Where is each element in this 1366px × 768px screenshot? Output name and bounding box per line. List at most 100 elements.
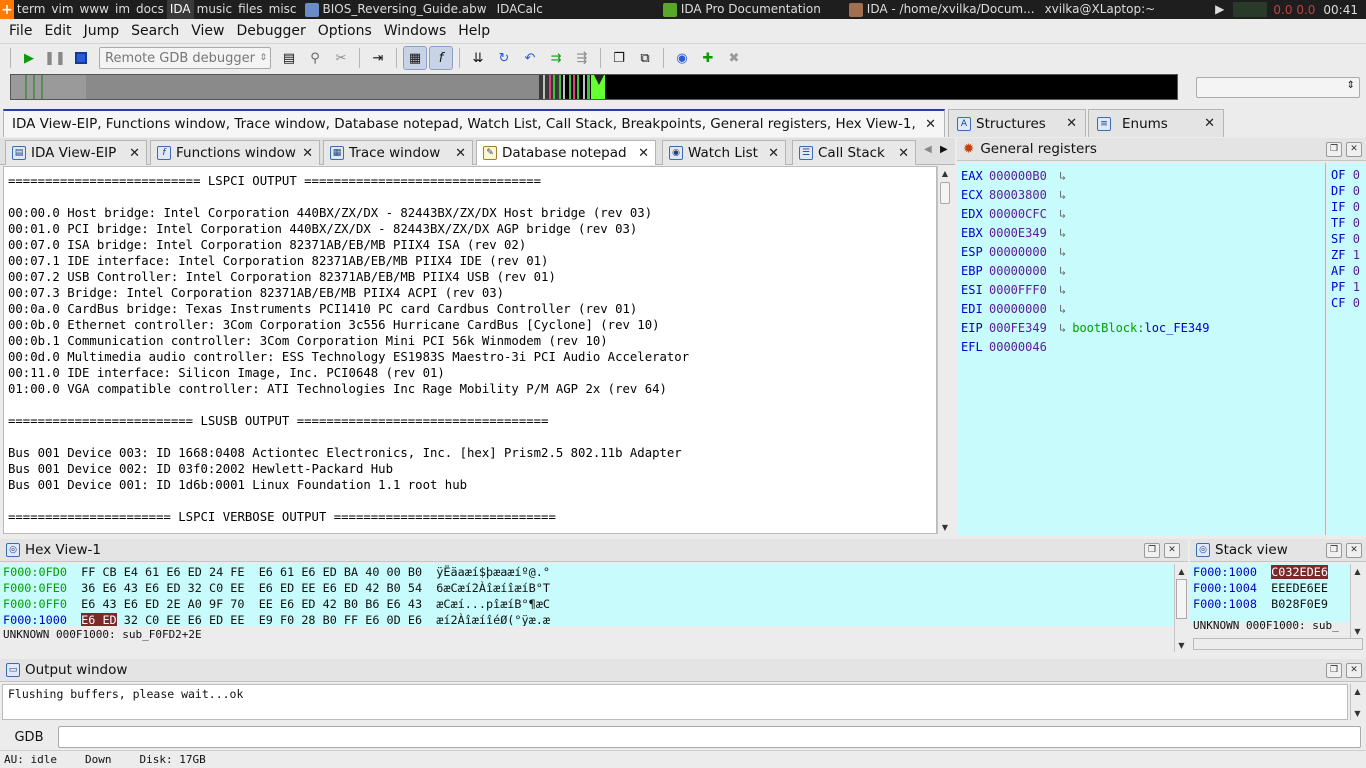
menu-search[interactable]: Search	[125, 19, 185, 44]
flag-value[interactable]: 0	[1353, 296, 1360, 310]
tab-call-stack[interactable]: ☰ Call Stack ✕	[792, 140, 916, 165]
pause-icon[interactable]: ❚❚	[43, 46, 67, 70]
jump-arrow-icon[interactable]: ↳	[1059, 207, 1066, 221]
workspace-www[interactable]: www	[77, 0, 112, 19]
scroll-up-icon[interactable]: ▲	[1175, 564, 1188, 578]
step-into-icon[interactable]: ⇥	[366, 46, 390, 70]
stack-value[interactable]: B028F0E9	[1271, 597, 1328, 611]
register-eip[interactable]: EIP 000FE349 ↳ bootBlock: loc_FE349	[961, 319, 1210, 337]
step-out-icon[interactable]: ↻	[492, 46, 516, 70]
run-back-icon[interactable]: ↶	[518, 46, 542, 70]
float-icon[interactable]: ❐	[1326, 543, 1342, 558]
hex-selection[interactable]: E6 ED	[81, 613, 117, 626]
register-value[interactable]: 00000000	[989, 264, 1059, 278]
register-value[interactable]: 00000CFC	[989, 207, 1059, 221]
jump-arrow-icon[interactable]: ↳	[1059, 188, 1066, 202]
register-esi[interactable]: ESI 0000FFF0 ↳	[961, 281, 1072, 299]
function-mode-icon[interactable]: f	[429, 46, 453, 70]
register-edi[interactable]: EDI 00000000 ↳	[961, 300, 1072, 318]
workspace-term[interactable]: term	[14, 0, 49, 19]
hex-row[interactable]: F000:0FD0 FF CB E4 61 E6 ED 24 FE E6 61 …	[0, 564, 1174, 580]
tab-functions-window[interactable]: f Functions window ✕	[150, 140, 320, 165]
register-value[interactable]: 000000B0	[989, 169, 1059, 183]
close-icon[interactable]: ✕	[455, 146, 466, 161]
hex-bytes[interactable]: 36 E6 43 E6 ED 32 C0 EE E6 ED EE E6 ED 4…	[81, 581, 422, 595]
menu-help[interactable]: Help	[452, 19, 496, 44]
register-value[interactable]: 0000E349	[989, 226, 1059, 240]
close-icon[interactable]: ✕	[302, 146, 313, 161]
source-mode-icon[interactable]: ▦	[403, 46, 427, 70]
flag-of[interactable]: OF 0	[1331, 168, 1360, 182]
flag-value[interactable]: 0	[1353, 264, 1360, 278]
hex-bytes[interactable]: FF CB E4 61 E6 ED 24 FE E6 61 E6 ED BA 4…	[81, 565, 422, 579]
jump-arrow-icon[interactable]: ↳	[1059, 245, 1066, 259]
tab-database-notepad[interactable]: ✎ Database notepad ✕	[476, 140, 656, 165]
close-icon[interactable]: ✕	[1066, 116, 1077, 131]
hex-ascii[interactable]: ÿËäaæí$þæaæíº@.°	[436, 565, 550, 579]
close-icon[interactable]: ✕	[925, 117, 936, 132]
register-value[interactable]: 000FE349	[989, 321, 1059, 335]
hex-bytes[interactable]: E6 43 E6 ED 2E A0 9F 70 EE E6 ED 42 B0 B…	[81, 597, 422, 611]
task-terminal[interactable]: xvilka@XLaptop:~	[1040, 0, 1161, 19]
hex-bytes[interactable]: 32 C0 EE E6 ED EE E9 F0 28 B0 FF E6 0D E…	[117, 613, 422, 626]
run-until-return-icon[interactable]: ⇶	[570, 46, 594, 70]
step-over-icon[interactable]: ⇊	[466, 46, 490, 70]
register-eax[interactable]: EAX 000000B0 ↳	[961, 167, 1072, 185]
task-abiword[interactable]: BIOS_Reversing_Guide.abw	[300, 0, 492, 19]
flag-af[interactable]: AF 0	[1331, 264, 1360, 278]
menu-jump[interactable]: Jump	[78, 19, 126, 44]
register-efl[interactable]: EFL 00000046	[961, 338, 1059, 356]
menu-view[interactable]: View	[185, 19, 230, 44]
notepad-scrollbar[interactable]: ▲ ▼	[937, 166, 952, 534]
database-notepad[interactable]: ========================== LSPCI OUTPUT …	[3, 166, 937, 534]
play-icon[interactable]: ▶	[17, 46, 41, 70]
flag-value[interactable]: 0	[1353, 200, 1360, 214]
scrollbar-thumb[interactable]	[940, 182, 950, 204]
hex-ascii[interactable]: 6æCæí2ÀîæíîæíB°T	[436, 581, 550, 595]
output-text[interactable]: Flushing buffers, please wait...ok	[2, 684, 1348, 720]
tab-scroll-right-icon[interactable]: ▶	[940, 144, 948, 155]
debugger-select[interactable]: Remote GDB debugger ⇕	[99, 47, 271, 69]
tab-scroll-left-icon[interactable]: ◀	[924, 144, 932, 155]
scroll-up-icon[interactable]: ▲	[1351, 564, 1364, 578]
close-icon[interactable]: ✕	[638, 146, 649, 161]
close-icon[interactable]: ✕	[898, 146, 909, 161]
register-value[interactable]: 00000000	[989, 302, 1059, 316]
add-breakpoint-icon[interactable]: ✚	[696, 46, 720, 70]
workspace-ida[interactable]: IDA	[166, 0, 194, 19]
hex-dump[interactable]: F000:0FD0 FF CB E4 61 E6 ED 24 FE E6 61 …	[0, 564, 1174, 626]
output-scrollbar[interactable]: ▲ ▼	[1350, 684, 1364, 720]
tab-trace-window[interactable]: ▦ Trace window ✕	[323, 140, 473, 165]
close-icon[interactable]: ✕	[1346, 142, 1362, 157]
flag-value[interactable]: 1	[1353, 248, 1360, 262]
float-icon[interactable]: ❐	[1326, 663, 1342, 678]
stack-row[interactable]: F000:1004 EEEDE6EE	[1190, 580, 1350, 596]
close-icon[interactable]: ✕	[1204, 116, 1215, 131]
flag-value[interactable]: 0	[1353, 168, 1360, 182]
flag-value[interactable]: 0	[1353, 184, 1360, 198]
workspace-misc[interactable]: misc	[266, 0, 300, 19]
close-icon[interactable]: ✕	[1346, 543, 1362, 558]
process-options-icon[interactable]: ▤	[277, 46, 301, 70]
tab-enums[interactable]: ≡ Enums ✕	[1088, 109, 1224, 137]
hex-ascii[interactable]: æCæí...pîæíB°¶æC	[436, 597, 550, 611]
register-label[interactable]: loc_FE349	[1144, 321, 1209, 335]
register-symbol[interactable]: bootBlock:	[1072, 321, 1144, 335]
scrollbar-thumb[interactable]	[1176, 579, 1187, 619]
flag-df[interactable]: DF 0	[1331, 184, 1360, 198]
flag-sf[interactable]: SF 0	[1331, 232, 1360, 246]
workspace-docs[interactable]: docs	[133, 0, 167, 19]
task-ida-docs[interactable]: IDA Pro Documentation	[658, 0, 826, 19]
scroll-down-icon[interactable]: ▼	[938, 520, 952, 534]
workspace-music[interactable]: music	[194, 0, 235, 19]
scroll-down-icon[interactable]: ▼	[1351, 706, 1364, 720]
close-icon[interactable]: ✕	[1346, 663, 1362, 678]
tab-debugger-layout[interactable]: IDA View-EIP, Functions window, Trace wi…	[3, 109, 945, 137]
attach-icon[interactable]: ⚲	[303, 46, 327, 70]
command-language-button[interactable]: GDB	[0, 730, 58, 745]
hex-ascii[interactable]: æí2ÀîæíîéØ(°ÿæ.æ	[436, 613, 550, 626]
tab-ida-view-eip[interactable]: ▤ IDA View-EIP ✕	[5, 140, 147, 165]
scroll-down-icon[interactable]: ▼	[1175, 638, 1188, 652]
task-ida[interactable]: IDA - /home/xvilka/Docum...	[844, 0, 1040, 19]
flag-cf[interactable]: CF 0	[1331, 296, 1360, 310]
